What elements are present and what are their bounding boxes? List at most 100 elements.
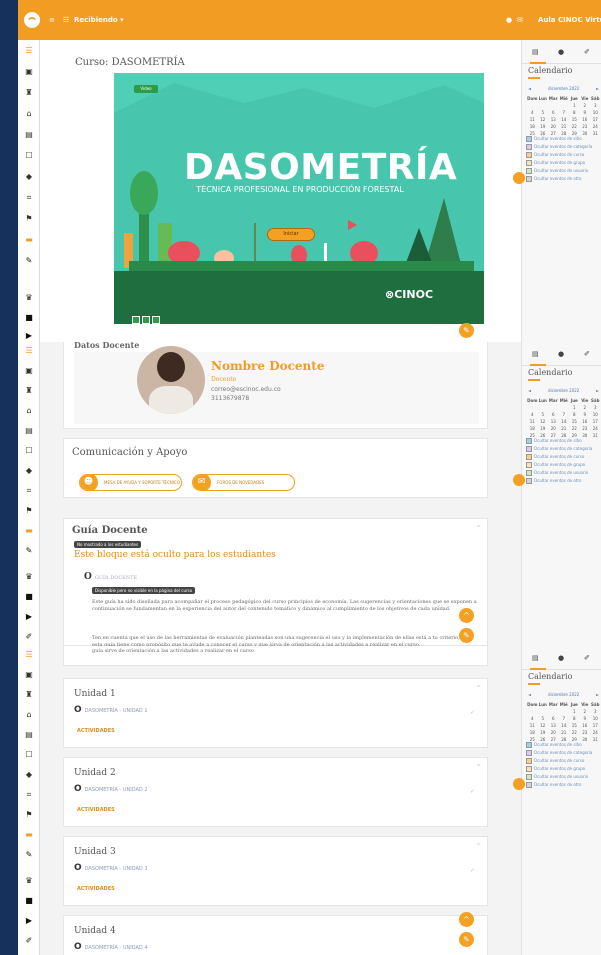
calendar-day[interactable]: 11 bbox=[527, 722, 538, 729]
legend-toggle-item[interactable]: Ocultar eventos de otro bbox=[526, 477, 601, 485]
control-volume-icon[interactable] bbox=[142, 316, 150, 324]
nav-dashboard-icon[interactable]: ▣ bbox=[23, 366, 35, 376]
nav-edit-icon[interactable]: ✎ bbox=[23, 256, 35, 266]
nav-home2-icon[interactable]: ⌂ bbox=[23, 406, 35, 416]
calendar-day[interactable]: 17 bbox=[590, 722, 601, 729]
calendar-day[interactable]: 16 bbox=[580, 116, 591, 123]
legend-toggle-item[interactable]: Ocultar eventos de sitio bbox=[526, 741, 601, 749]
prev-month-icon[interactable]: ◄ bbox=[528, 692, 531, 697]
nav-edit-icon[interactable]: ✎ bbox=[23, 850, 35, 860]
calendar-day[interactable]: 20 bbox=[548, 729, 559, 736]
calendar-day[interactable]: 21 bbox=[559, 729, 570, 736]
calendar-day[interactable]: 9 bbox=[580, 715, 591, 722]
collapse-chevron-icon[interactable]: ^ bbox=[476, 843, 481, 850]
tab-edit-icon[interactable]: ✐ bbox=[584, 350, 590, 358]
legend-toggle-item[interactable]: Ocultar eventos de categoría bbox=[526, 445, 601, 453]
nav-grades-icon[interactable]: ⌗ bbox=[23, 193, 35, 203]
calendar-day[interactable]: 2 bbox=[580, 404, 591, 411]
user-menu[interactable]: Aula CINOC Virtual bbox=[538, 16, 601, 24]
nav-block-icon[interactable]: ■ bbox=[23, 313, 35, 323]
guide-resource[interactable]: O GUÍA DOCENTE bbox=[84, 572, 137, 582]
unit-link[interactable]: O DASOMETRÍA - UNIDAD 2 bbox=[74, 784, 148, 794]
nav-home-icon[interactable]: ☰ bbox=[23, 46, 35, 56]
nav-grades-icon[interactable]: ⌗ bbox=[23, 486, 35, 496]
tab-dot-icon[interactable]: ● bbox=[558, 350, 564, 358]
calendar-day[interactable]: 2 bbox=[580, 708, 591, 715]
legend-toggle-item[interactable]: Ocultar eventos de grupo bbox=[526, 461, 601, 469]
calendar-day[interactable]: 22 bbox=[569, 729, 580, 736]
legend-toggle-item[interactable]: Ocultar eventos de sitio bbox=[526, 135, 601, 143]
calendar-day[interactable]: 1 bbox=[569, 404, 580, 411]
menu-icon[interactable]: ≡ bbox=[49, 16, 55, 24]
edit-fab-button[interactable]: ✎ bbox=[459, 628, 474, 643]
scroll-top-fab[interactable]: ^ bbox=[459, 608, 474, 623]
tab-edit-icon[interactable]: ✐ bbox=[584, 654, 590, 662]
course-banner[interactable]: Video DASOMETRÍA TÉCNICA PROFESIONAL EN … bbox=[114, 73, 484, 324]
calendar-day[interactable]: 22 bbox=[569, 123, 580, 130]
nav-dashboard-icon[interactable]: ▣ bbox=[23, 67, 35, 77]
calendar-day[interactable]: 12 bbox=[538, 722, 549, 729]
nav-home2-icon[interactable]: ⌂ bbox=[23, 710, 35, 720]
calendar-day[interactable]: 13 bbox=[548, 418, 559, 425]
calendar-day[interactable]: 18 bbox=[527, 123, 538, 130]
nav-flag-icon[interactable]: ⚑ bbox=[23, 810, 35, 820]
notification-icon[interactable]: ● bbox=[506, 16, 512, 24]
unit-activities-link[interactable]: ACTIVIDADES bbox=[77, 728, 115, 734]
calendar-day[interactable]: 4 bbox=[527, 109, 538, 116]
legend-toggle-item[interactable]: Ocultar eventos de usuario bbox=[526, 469, 601, 477]
control-play-icon[interactable] bbox=[132, 316, 140, 324]
nav-courses-icon[interactable]: ♜ bbox=[23, 690, 35, 700]
nav-calendar-icon[interactable]: ▤ bbox=[23, 426, 35, 436]
nav-admin-icon[interactable]: ♛ bbox=[23, 876, 35, 886]
calendar-toggle-button[interactable] bbox=[513, 172, 525, 184]
calendar-day[interactable]: 14 bbox=[559, 722, 570, 729]
calendar-day[interactable]: 9 bbox=[580, 411, 591, 418]
unit-activities-link[interactable]: ACTIVIDADES bbox=[77, 886, 115, 892]
nav-admin-icon[interactable]: ♛ bbox=[23, 572, 35, 582]
collapse-chevron-icon[interactable]: ^ bbox=[476, 525, 481, 532]
tab-edit-icon[interactable]: ✐ bbox=[584, 48, 590, 56]
calendar-day[interactable]: 11 bbox=[527, 116, 538, 123]
nav-home-icon[interactable]: ☰ bbox=[23, 346, 35, 356]
calendar-day[interactable]: 9 bbox=[580, 109, 591, 116]
legend-toggle-item[interactable]: Ocultar eventos de sitio bbox=[526, 437, 601, 445]
calendar-day[interactable]: 19 bbox=[538, 729, 549, 736]
nav-block-icon[interactable]: ■ bbox=[23, 896, 35, 906]
nav-admin-icon[interactable]: ♛ bbox=[23, 293, 35, 303]
calendar-day[interactable]: 11 bbox=[527, 418, 538, 425]
nav-badges-icon[interactable]: ◆ bbox=[23, 466, 35, 476]
calendar-day[interactable]: 3 bbox=[590, 102, 601, 109]
calendar-day[interactable]: 23 bbox=[580, 123, 591, 130]
help-desk-button[interactable]: ☻ MESA DE AYUDA Y SOPORTE TÉCNICO bbox=[79, 474, 182, 491]
calendar-day[interactable]: 3 bbox=[590, 404, 601, 411]
calendar-toggle-button[interactable] bbox=[513, 778, 525, 790]
nav-block-icon[interactable]: ■ bbox=[23, 592, 35, 602]
nav-pen-icon[interactable]: ✐ bbox=[23, 632, 35, 642]
scroll-top-fab[interactable]: ^ bbox=[459, 912, 474, 927]
nav-flag-icon[interactable]: ⚑ bbox=[23, 214, 35, 224]
nav-home2-icon[interactable]: ⌂ bbox=[23, 109, 35, 119]
legend-toggle-item[interactable]: Ocultar eventos de categoría bbox=[526, 143, 601, 151]
edit-fab-button[interactable]: ✎ bbox=[459, 932, 474, 947]
calendar-day[interactable]: 20 bbox=[548, 123, 559, 130]
edit-fab-button[interactable]: ✎ bbox=[459, 323, 474, 338]
teacher-email[interactable]: correo@escinoc.edu.co bbox=[211, 386, 281, 393]
collapse-chevron-icon[interactable]: ^ bbox=[476, 685, 481, 692]
calendar-day[interactable]: 10 bbox=[590, 109, 601, 116]
forum-button[interactable]: ✉ FOROS DE NOVEDADES bbox=[192, 474, 295, 491]
unit-link[interactable]: O DASOMETRÍA - UNIDAD 3 bbox=[74, 863, 148, 873]
calendar-day[interactable]: 19 bbox=[538, 123, 549, 130]
nav-play-icon[interactable]: ▶ bbox=[23, 331, 35, 341]
calendar-day[interactable]: 15 bbox=[569, 418, 580, 425]
calendar-day[interactable]: 13 bbox=[548, 722, 559, 729]
calendar-day[interactable]: 5 bbox=[538, 411, 549, 418]
start-button[interactable]: Iniciar bbox=[267, 228, 315, 241]
legend-toggle-item[interactable]: Ocultar eventos de curso bbox=[526, 151, 601, 159]
nav-play-icon[interactable]: ▶ bbox=[23, 612, 35, 622]
legend-toggle-item[interactable]: Ocultar eventos de usuario bbox=[526, 167, 601, 175]
calendar-day[interactable]: 15 bbox=[569, 722, 580, 729]
calendar-day[interactable]: 15 bbox=[569, 116, 580, 123]
legend-toggle-item[interactable]: Ocultar eventos de otro bbox=[526, 781, 601, 789]
nav-files-icon[interactable]: ☐ bbox=[23, 750, 35, 760]
calendar-day[interactable]: 1 bbox=[569, 708, 580, 715]
